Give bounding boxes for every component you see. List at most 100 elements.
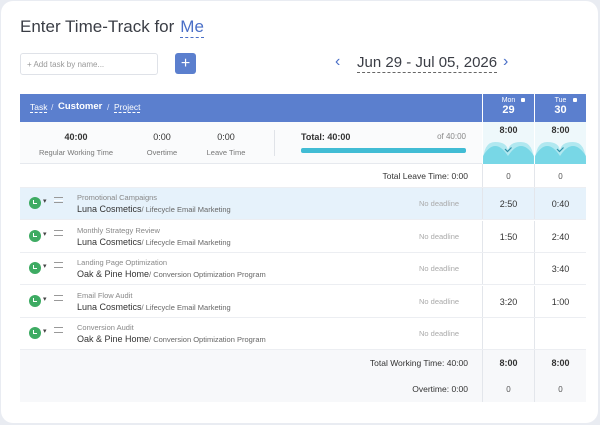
leave-time-value: 0:00 xyxy=(217,132,235,142)
drag-handle-icon[interactable] xyxy=(54,294,63,301)
total-working-label: Total Working Time: 40:00 xyxy=(369,358,468,368)
time-cell-tue[interactable]: 0:40 xyxy=(535,199,586,209)
timetrack-card: Enter Time-Track for Me + ‹ Jun 29 - Jul … xyxy=(1,1,598,423)
task-name[interactable]: Conversion Audit xyxy=(77,323,134,332)
leave-mon[interactable]: 0 xyxy=(483,172,534,181)
task-customer: Oak & Pine Home/ Conversion Optimization… xyxy=(77,334,266,344)
task-row[interactable]: ▾ Promotional Campaigns Luna Cosmetics/ … xyxy=(20,188,586,220)
deadline-label[interactable]: No deadline xyxy=(419,297,459,306)
day-marker-icon xyxy=(521,98,525,102)
task-name[interactable]: Email Flow Audit xyxy=(77,291,132,300)
task-row[interactable]: ▾ Conversion Audit Oak & Pine Home/ Conv… xyxy=(20,318,586,350)
next-week-icon[interactable]: › xyxy=(503,53,508,71)
day-date: 29 xyxy=(502,104,515,116)
day-marker-icon xyxy=(573,98,577,102)
header-separator: / xyxy=(51,102,54,112)
start-timer-icon[interactable] xyxy=(29,197,41,209)
customer-name: Oak & Pine Home xyxy=(77,269,150,279)
deadline-label[interactable]: No deadline xyxy=(419,199,459,208)
drag-handle-icon[interactable] xyxy=(54,197,63,203)
regular-time-block: 40:00 Regular Working Time xyxy=(32,132,120,157)
caret-down-icon[interactable]: ▾ xyxy=(43,197,47,205)
regular-time-value: 40:00 xyxy=(64,132,88,142)
day-hours: 8:00 xyxy=(551,125,570,135)
title-prefix: Enter Time-Track for xyxy=(20,17,175,36)
task-customer: Oak & Pine Home/ Conversion Optimization… xyxy=(77,269,266,279)
column-header: Task / Customer / Project xyxy=(20,94,482,122)
sort-task-link[interactable]: Task xyxy=(30,102,48,113)
sort-customer-link[interactable]: Customer xyxy=(58,101,102,112)
task-customer: Luna Cosmetics/ Lifecycle Email Marketin… xyxy=(77,302,231,312)
prev-week-icon[interactable]: ‹ xyxy=(335,53,340,71)
caret-down-icon[interactable]: ▾ xyxy=(43,230,47,238)
project-name: / Conversion Optimization Program xyxy=(149,335,266,344)
start-timer-icon[interactable] xyxy=(29,294,41,307)
customer-name: Luna Cosmetics xyxy=(77,301,142,312)
overtime-value: 0:00 xyxy=(153,132,171,142)
overtime-tue: 0 xyxy=(558,385,563,394)
deadline-label[interactable]: No deadline xyxy=(419,232,459,241)
start-timer-icon[interactable] xyxy=(29,229,41,242)
summary-panel: 40:00 Regular Working Time 0:00 Overtime… xyxy=(20,122,482,164)
leave-time-block: 0:00 Leave Time xyxy=(202,132,250,157)
leave-tue[interactable]: 0 xyxy=(535,172,586,181)
time-cell-mon[interactable]: 3:20 xyxy=(483,297,534,307)
time-cell-tue[interactable]: 2:40 xyxy=(535,232,586,242)
summary-divider xyxy=(274,130,275,156)
day-hours-panel: 8:00 xyxy=(483,122,534,164)
header-separator: / xyxy=(107,102,110,112)
add-task-button[interactable]: + xyxy=(175,53,196,74)
day-name: Mon xyxy=(501,97,516,104)
caret-down-icon[interactable]: ▾ xyxy=(43,262,47,270)
add-task-input[interactable] xyxy=(20,53,158,75)
drag-handle-icon[interactable] xyxy=(54,327,63,333)
start-timer-icon[interactable] xyxy=(29,327,41,339)
customer-name: Oak & Pine Home xyxy=(77,334,150,344)
day-wave-icon xyxy=(483,142,534,164)
total-time-label: Total: 40:00 xyxy=(301,132,351,142)
day-name: Tue xyxy=(554,97,567,104)
leave-time-label: Leave Time xyxy=(206,148,246,157)
user-selector[interactable]: Me xyxy=(180,17,204,38)
sort-project-link[interactable]: Project xyxy=(114,102,141,113)
time-cell-tue[interactable]: 1:00 xyxy=(535,297,586,307)
day-column-mon: Mon 29 8:00 xyxy=(483,94,534,164)
overtime-row: Overtime: 0:00 0 0 xyxy=(20,376,586,402)
regular-time-label: Regular Working Time xyxy=(38,148,114,157)
drag-handle-icon[interactable] xyxy=(54,262,63,268)
project-name: / Lifecycle Email Marketing xyxy=(141,237,231,247)
total-target: of 40:00 xyxy=(437,132,466,141)
total-progress-bar xyxy=(301,148,466,153)
time-cell-mon[interactable]: 1:50 xyxy=(483,232,534,242)
overtime-block: 0:00 Overtime xyxy=(138,132,186,157)
time-cell-tue[interactable]: 3:40 xyxy=(535,264,586,274)
task-name[interactable]: Landing Page Optimization xyxy=(77,258,167,267)
task-row[interactable]: ▾ Monthly Strategy Review Luna Cosmetics… xyxy=(20,220,586,253)
task-name[interactable]: Monthly Strategy Review xyxy=(77,226,160,235)
start-timer-icon[interactable] xyxy=(29,262,41,274)
deadline-label[interactable]: No deadline xyxy=(419,264,459,273)
day-column-tue: Tue 30 8:00 xyxy=(535,94,586,164)
date-range-picker[interactable]: Jun 29 - Jul 05, 2026 xyxy=(357,54,498,73)
project-name: / Lifecycle Email Marketing xyxy=(141,205,231,214)
customer-name: Luna Cosmetics xyxy=(77,204,142,214)
day-wave-icon xyxy=(535,142,586,164)
task-name[interactable]: Promotional Campaigns xyxy=(77,193,157,202)
total-mon: 8:00 xyxy=(499,358,518,368)
drag-handle-icon[interactable] xyxy=(54,229,63,236)
day-hours-panel: 8:00 xyxy=(535,122,586,164)
overtime-mon: 0 xyxy=(506,385,511,394)
total-tue: 8:00 xyxy=(551,358,570,368)
time-cell-mon[interactable]: 2:50 xyxy=(483,199,534,209)
project-name: / Lifecycle Email Marketing xyxy=(141,302,231,312)
caret-down-icon[interactable]: ▾ xyxy=(43,327,47,335)
overtime-total-label: Overtime: 0:00 xyxy=(412,384,468,394)
total-leave-label: Total Leave Time: 0:00 xyxy=(382,171,468,181)
page-title: Enter Time-Track for Me xyxy=(20,17,204,38)
task-row[interactable]: ▾ Email Flow Audit Luna Cosmetics/ Lifec… xyxy=(20,285,586,318)
task-row[interactable]: ▾ Landing Page Optimization Oak & Pine H… xyxy=(20,253,586,285)
leave-row: Total Leave Time: 0:00 0 0 xyxy=(20,164,586,188)
caret-down-icon[interactable]: ▾ xyxy=(43,295,47,303)
deadline-label[interactable]: No deadline xyxy=(419,329,459,338)
day-hours: 8:00 xyxy=(499,125,518,135)
